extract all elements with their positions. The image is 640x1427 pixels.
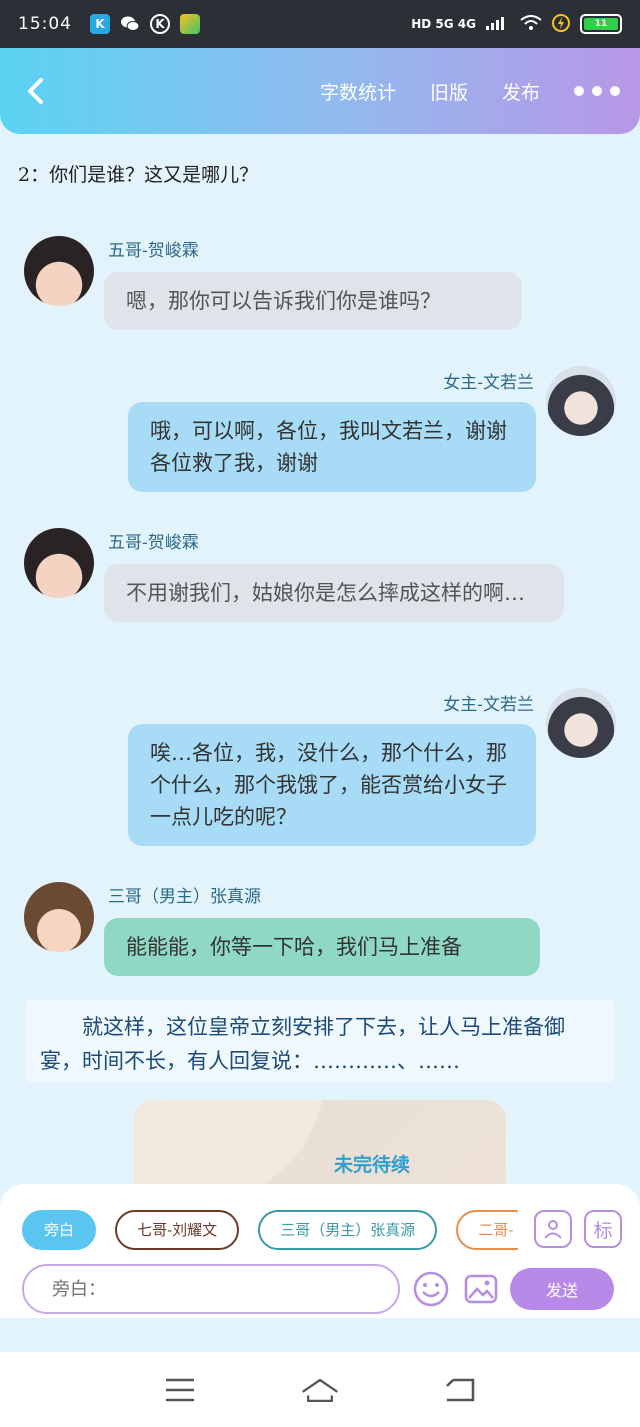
- narration-block: 就这样，这位皇帝立刻安排了下去，让人马上准备御宴，时间不长，有人回复说：……………: [26, 1000, 614, 1082]
- avatar[interactable]: [24, 882, 94, 952]
- wifi-icon: [520, 14, 542, 34]
- chat-bubble: 唉…各位，我，没什么，那个什么，那个什么，那个我饿了，能否赏给小女子一点儿吃的呢…: [128, 724, 536, 846]
- role-chip[interactable]: 七哥-刘耀文: [115, 1210, 240, 1250]
- speaker-name: 女主-文若兰: [443, 373, 534, 393]
- chat-bubble: 不用谢我们，姑娘你是怎么摔成这样的啊…: [104, 564, 564, 622]
- composer-panel: 旁白 七哥-刘耀文 三哥（男主）张真源 二哥- 标 发送: [0, 1184, 640, 1318]
- publish-button[interactable]: 发布: [502, 78, 540, 105]
- chat-bubble: 哦，可以啊，各位，我叫文若兰，谢谢各位救了我，谢谢: [128, 402, 536, 492]
- network-label: HD 5G 4G: [411, 17, 476, 31]
- question-line: 2：你们是谁？这又是哪儿？: [18, 164, 259, 186]
- avatar[interactable]: [546, 366, 616, 436]
- old-version-button[interactable]: 旧版: [430, 78, 468, 105]
- home-icon[interactable]: [300, 1370, 340, 1410]
- wechat-icon: [120, 14, 140, 34]
- chat-bubble: 能能能，你等一下哈，我们马上准备: [104, 918, 540, 976]
- speaker-name: 三哥（男主）张真源: [108, 887, 261, 907]
- signal-icon: [486, 16, 510, 33]
- message-input[interactable]: [22, 1264, 400, 1314]
- send-button[interactable]: 发送: [510, 1268, 614, 1310]
- mark-icon[interactable]: 标: [584, 1210, 622, 1248]
- image-icon[interactable]: [462, 1270, 500, 1308]
- avatar[interactable]: [24, 528, 94, 598]
- speaker-name: 五哥-贺峻霖: [108, 533, 199, 553]
- header-bar: 字数统计 旧版 发布: [0, 48, 640, 134]
- video-app-icon: [180, 14, 200, 34]
- back-arrow-icon[interactable]: [20, 76, 50, 106]
- card-text: 未完待续: [334, 1154, 411, 1176]
- role-selector: 旁白 七哥-刘耀文 三哥（男主）张真源 二哥-: [22, 1210, 518, 1250]
- battery-icon: 11: [580, 14, 622, 34]
- word-count-button[interactable]: 字数统计: [320, 78, 396, 105]
- system-nav-bar: [0, 1352, 640, 1427]
- menu-icon[interactable]: [160, 1370, 200, 1410]
- speaker-name: 女主-文若兰: [443, 695, 534, 715]
- role-chip-narrator[interactable]: 旁白: [22, 1210, 97, 1250]
- battery-level: 11: [584, 18, 618, 30]
- avatar[interactable]: [546, 688, 616, 758]
- chat-bubble: 嗯，那你可以告诉我们你是谁吗？: [104, 272, 522, 330]
- add-character-icon[interactable]: [534, 1210, 572, 1248]
- chat-area: 2：你们是谁？这又是哪儿？ 五哥-贺峻霖 嗯，那你可以告诉我们你是谁吗？ 女主-…: [0, 134, 640, 1200]
- emoji-icon[interactable]: [412, 1270, 450, 1308]
- status-bar: 15:04 K K HD 5G 4G 11: [0, 0, 640, 48]
- role-chip[interactable]: 三哥（男主）张真源: [258, 1210, 438, 1250]
- status-time: 15:04: [18, 14, 72, 34]
- back-icon[interactable]: [440, 1370, 480, 1410]
- avatar[interactable]: [24, 236, 94, 306]
- more-options-icon[interactable]: [574, 86, 620, 96]
- role-chip[interactable]: 二哥-: [456, 1210, 518, 1250]
- kuwo-app-icon: K: [90, 14, 110, 34]
- charging-icon: [552, 13, 570, 35]
- speaker-name: 五哥-贺峻霖: [108, 241, 199, 261]
- k-circle-icon: K: [150, 14, 170, 34]
